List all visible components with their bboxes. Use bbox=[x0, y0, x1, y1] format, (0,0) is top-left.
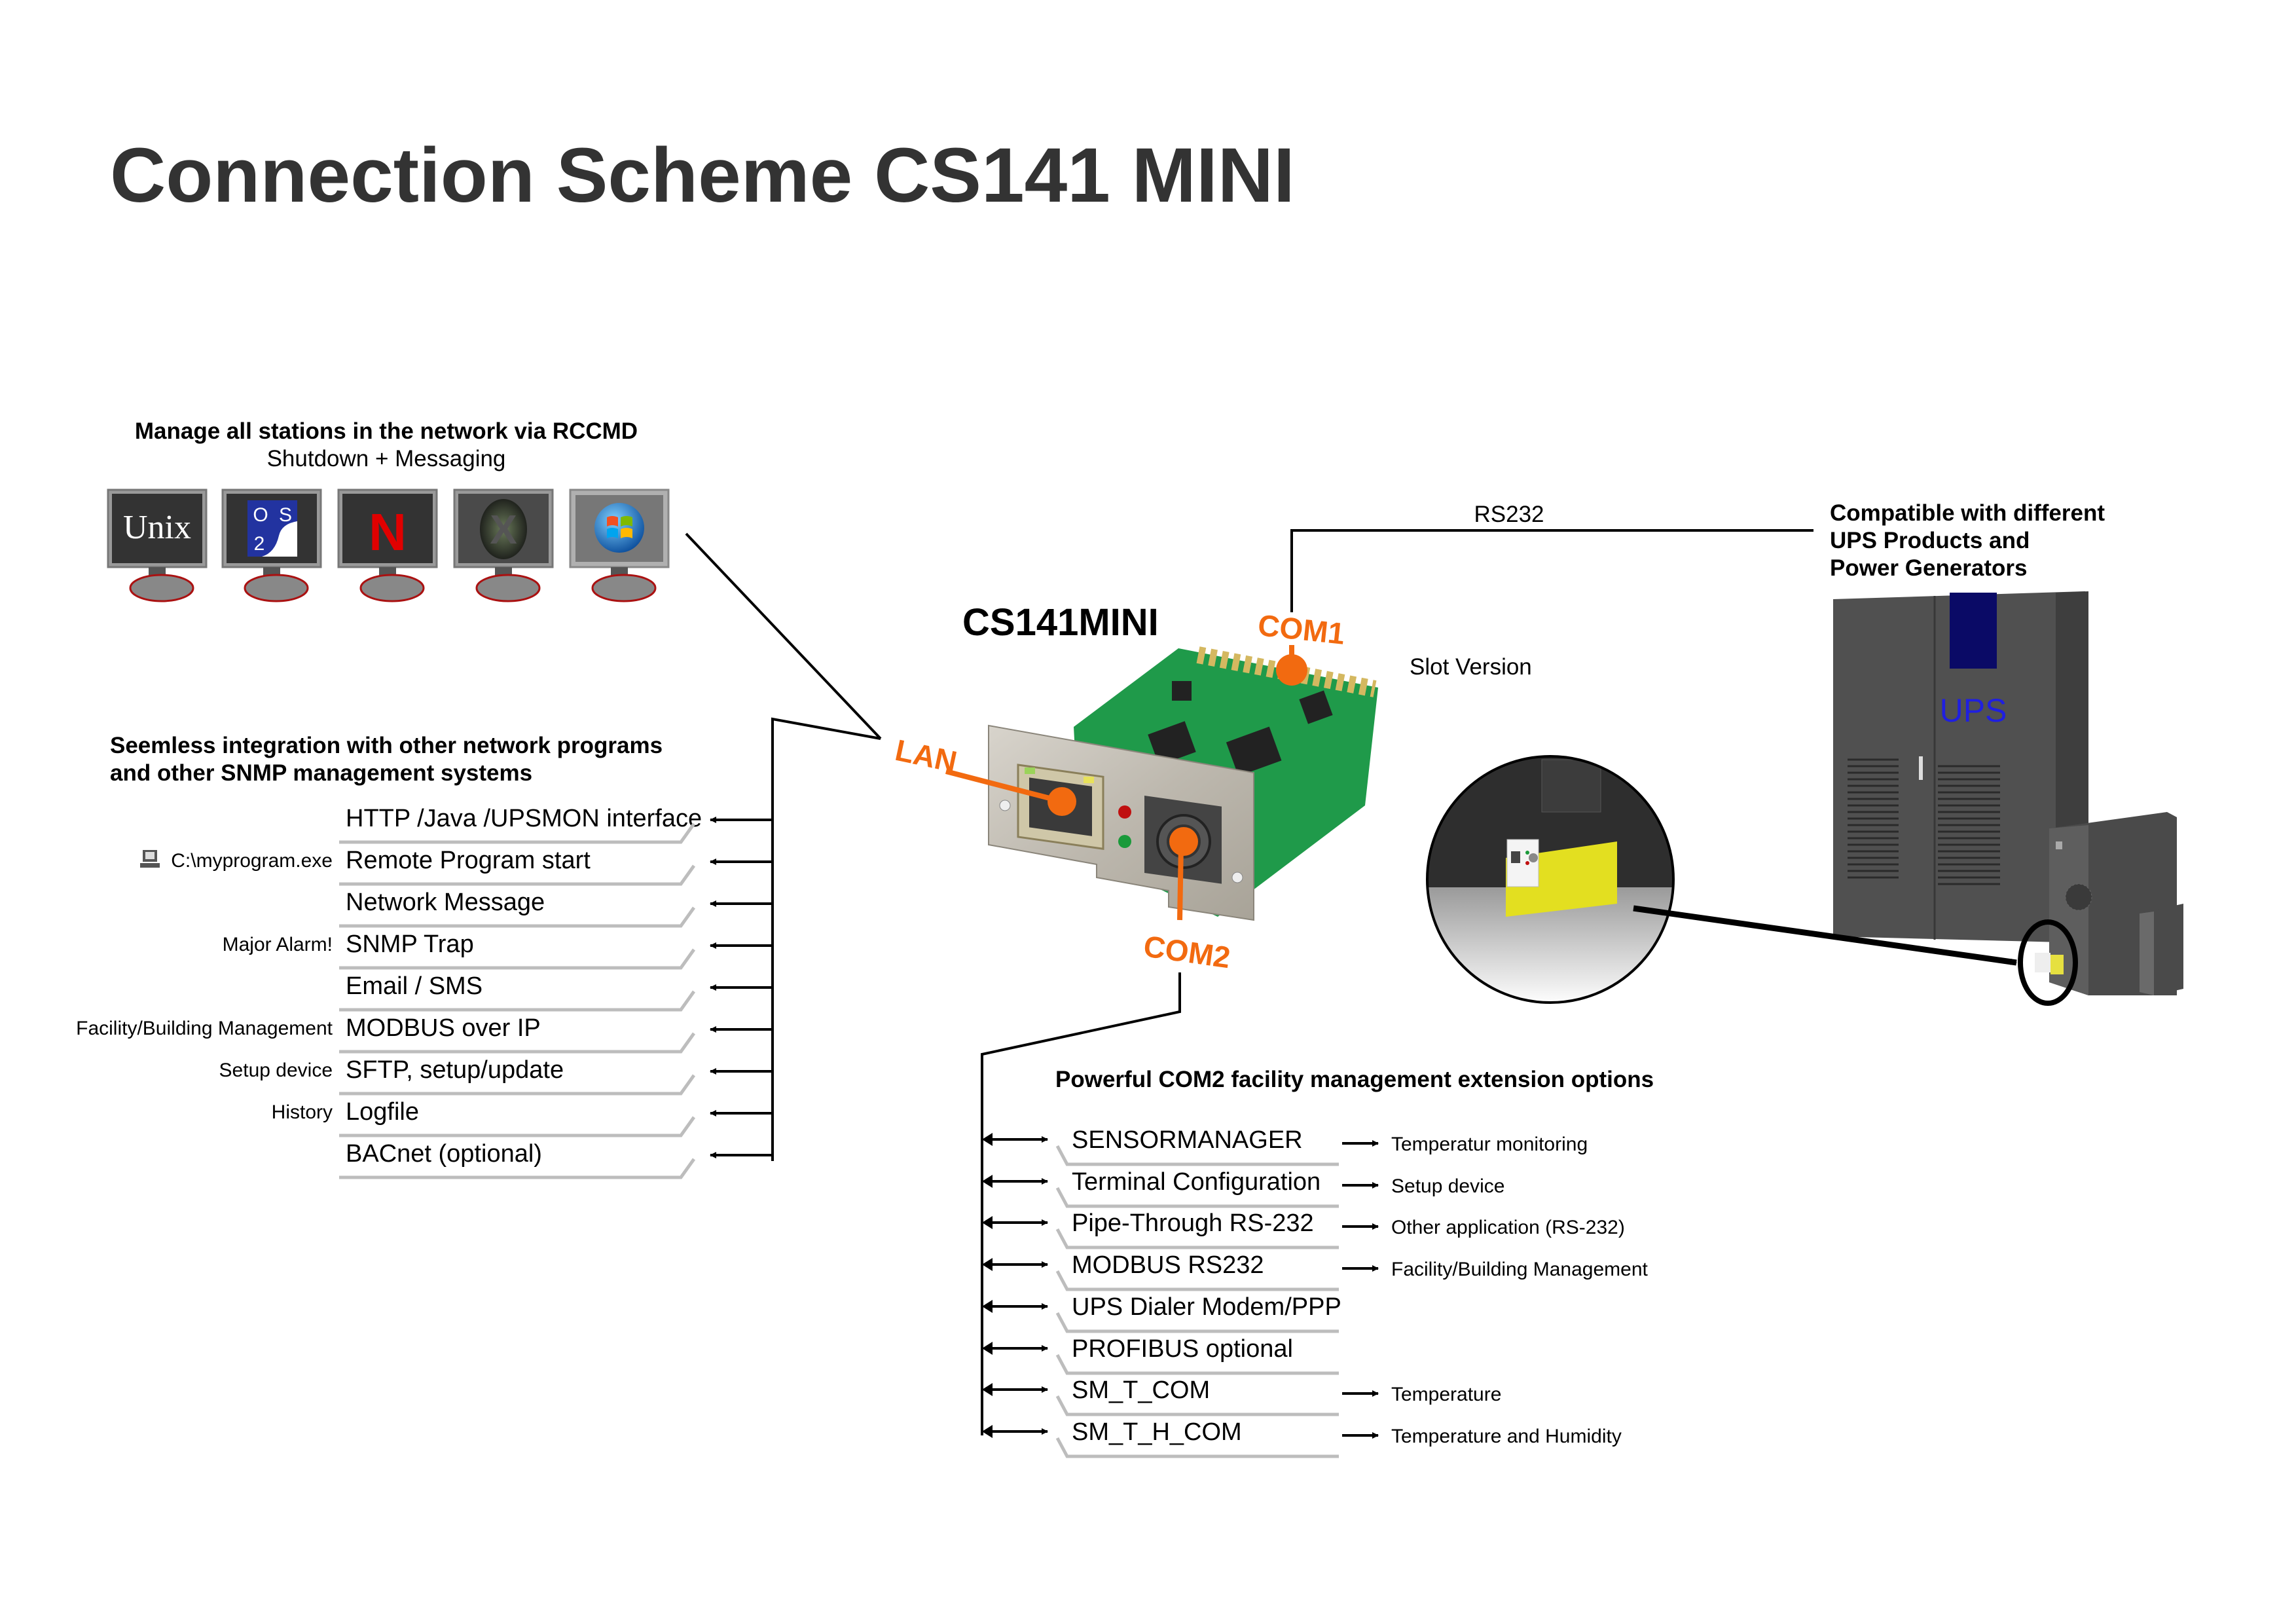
network-heading-line1: Seemless integration with other network … bbox=[110, 733, 663, 758]
network-item-note: Facility/Building Management bbox=[76, 1018, 333, 1039]
station-macosx: X bbox=[453, 489, 554, 602]
station-unix: Unix bbox=[107, 489, 208, 602]
network-item-label: Email / SMS bbox=[346, 972, 483, 1000]
ups-heading-line1: Compatible with different bbox=[1830, 500, 2105, 526]
small-tower bbox=[2140, 904, 2183, 995]
network-item-label: MODBUS over IP bbox=[346, 1014, 541, 1042]
led-red bbox=[1118, 805, 1131, 819]
unix-logo-icon: Unix bbox=[123, 509, 191, 546]
ups-heading-line3: Power Generators bbox=[1830, 555, 2028, 581]
rccmd-connection-line bbox=[685, 532, 882, 740]
svg-text:S: S bbox=[279, 504, 292, 526]
network-item: SFTP, setup/update Setup device bbox=[219, 1056, 773, 1096]
network-item-note: Major Alarm! bbox=[223, 934, 333, 955]
svg-text:X: X bbox=[490, 507, 517, 553]
com2-port-label: COM2 bbox=[1142, 929, 1233, 974]
com2-item-label: SM_T_COM bbox=[1072, 1376, 1210, 1404]
com2-item-label: SENSORMANAGER bbox=[1072, 1126, 1303, 1154]
com2-item-label: UPS Dialer Modem/PPP bbox=[1072, 1293, 1341, 1321]
network-bus-line bbox=[771, 717, 881, 1161]
rs232-label: RS232 bbox=[1474, 502, 1544, 527]
screw bbox=[1231, 872, 1243, 883]
network-item-label: Logfile bbox=[346, 1098, 419, 1126]
network-item: BACnet (optional) bbox=[339, 1140, 773, 1179]
network-item: SNMP Trap Major Alarm! bbox=[223, 931, 773, 970]
station-windows bbox=[569, 489, 670, 602]
network-item-note: C:\myprogram.exe bbox=[171, 850, 333, 872]
network-item-label: Network Message bbox=[346, 889, 545, 916]
svg-text:O: O bbox=[253, 504, 268, 526]
windows-logo-icon bbox=[594, 503, 644, 553]
novell-netware-logo-icon: N bbox=[369, 503, 407, 561]
com2-item: UPS Dialer Modem/PPP bbox=[982, 1293, 1341, 1333]
network-item-label: SNMP Trap bbox=[346, 931, 474, 958]
com2-item: PROFIBUS optional bbox=[982, 1335, 1339, 1375]
network-item: Remote Program start C:\myprogram.exe bbox=[140, 847, 773, 886]
computer-icon bbox=[140, 850, 160, 868]
station-os2: O S 2 bbox=[221, 489, 322, 602]
network-item-label: Remote Program start bbox=[346, 847, 591, 874]
network-item-note: Setup device bbox=[219, 1060, 333, 1081]
com1-port-label: COM1 bbox=[1256, 608, 1347, 651]
screw bbox=[999, 800, 1011, 811]
com2-item: SM_T_H_COM Temperature and Humidity bbox=[982, 1418, 1622, 1458]
network-item: Email / SMS bbox=[339, 972, 773, 1012]
page-title: Connection Scheme CS141 MINI bbox=[110, 132, 1295, 219]
com2-item-label: Terminal Configuration bbox=[1072, 1168, 1321, 1196]
network-item: HTTP /Java /UPSMON interface bbox=[339, 805, 773, 844]
rccmd-heading: Manage all stations in the network via R… bbox=[135, 418, 638, 444]
com2-callout-dot bbox=[1169, 827, 1198, 856]
svg-text:2: 2 bbox=[254, 533, 265, 555]
rccmd-section: Manage all stations in the network via R… bbox=[107, 418, 670, 602]
com2-item-label: Pipe-Through RS-232 bbox=[1072, 1209, 1314, 1237]
ups-heading-line2: UPS Products and bbox=[1830, 528, 2030, 553]
com2-item-target: Setup device bbox=[1391, 1175, 1504, 1197]
com2-item: Terminal Configuration Setup device bbox=[982, 1168, 1504, 1208]
slot-version-label: Slot Version bbox=[1410, 654, 1532, 680]
com2-item-label: MODBUS RS232 bbox=[1072, 1251, 1264, 1279]
com2-item: SENSORMANAGER Temperatur monitoring bbox=[982, 1126, 1588, 1166]
slot-zoom-view bbox=[1426, 755, 1675, 1004]
device-name: CS141MINI bbox=[962, 601, 1159, 644]
ups-cabinet-label: UPS bbox=[1940, 692, 2007, 729]
com2-item-label: SM_T_H_COM bbox=[1072, 1418, 1242, 1446]
com2-item-label: PROFIBUS optional bbox=[1072, 1335, 1293, 1363]
network-item-label: BACnet (optional) bbox=[346, 1140, 542, 1168]
com2-item-target: Other application (RS-232) bbox=[1391, 1217, 1625, 1238]
com2-callout-line bbox=[1177, 844, 1184, 921]
lan-callout-dot bbox=[1048, 787, 1076, 816]
com2-item-target: Temperatur monitoring bbox=[1391, 1134, 1588, 1155]
network-item-note: History bbox=[272, 1101, 333, 1123]
rs232-line bbox=[1290, 529, 1813, 612]
com1-callout-dot bbox=[1276, 654, 1307, 686]
com2-section: Powerful COM2 facility management extens… bbox=[981, 972, 1654, 1458]
com2-item: SM_T_COM Temperature bbox=[982, 1376, 1501, 1416]
rccmd-subheading: Shutdown + Messaging bbox=[267, 446, 506, 471]
network-heading-line2: and other SNMP management systems bbox=[110, 760, 532, 786]
os2-logo-icon: O S 2 bbox=[247, 500, 297, 557]
inserted-card bbox=[2035, 953, 2050, 972]
station-netware: N bbox=[337, 489, 438, 602]
network-item-label: HTTP /Java /UPSMON interface bbox=[346, 805, 702, 832]
network-item: Logfile History bbox=[272, 1098, 773, 1137]
ups-section: Compatible with different UPS Products a… bbox=[1830, 500, 2183, 1006]
com2-item: MODBUS RS232 Facility/Building Management bbox=[982, 1251, 1649, 1291]
com2-bus-line bbox=[981, 972, 1181, 1435]
network-section: Seemless integration with other network … bbox=[76, 717, 881, 1179]
led-green bbox=[1118, 835, 1131, 848]
network-item: Network Message bbox=[339, 889, 773, 928]
mac-os-x-logo-icon: X bbox=[480, 499, 527, 559]
com2-item: Pipe-Through RS-232 Other application (RS… bbox=[982, 1209, 1625, 1249]
com2-item-target: Temperature bbox=[1391, 1384, 1501, 1405]
chip bbox=[1172, 681, 1192, 701]
connection-scheme-diagram: Connection Scheme CS141 MINI Manage all … bbox=[76, 132, 2183, 1458]
com2-item-target: Facility/Building Management bbox=[1391, 1259, 1649, 1280]
network-item-label: SFTP, setup/update bbox=[346, 1056, 564, 1084]
network-item: MODBUS over IP Facility/Building Manageme… bbox=[76, 1014, 773, 1054]
com2-heading: Powerful COM2 facility management extens… bbox=[1055, 1067, 1654, 1092]
ups-display-panel bbox=[1950, 593, 1997, 669]
cs141-card: CS141MINI LAN COM1 COM2 bbox=[892, 601, 1378, 974]
com2-item-target: Temperature and Humidity bbox=[1391, 1426, 1622, 1447]
